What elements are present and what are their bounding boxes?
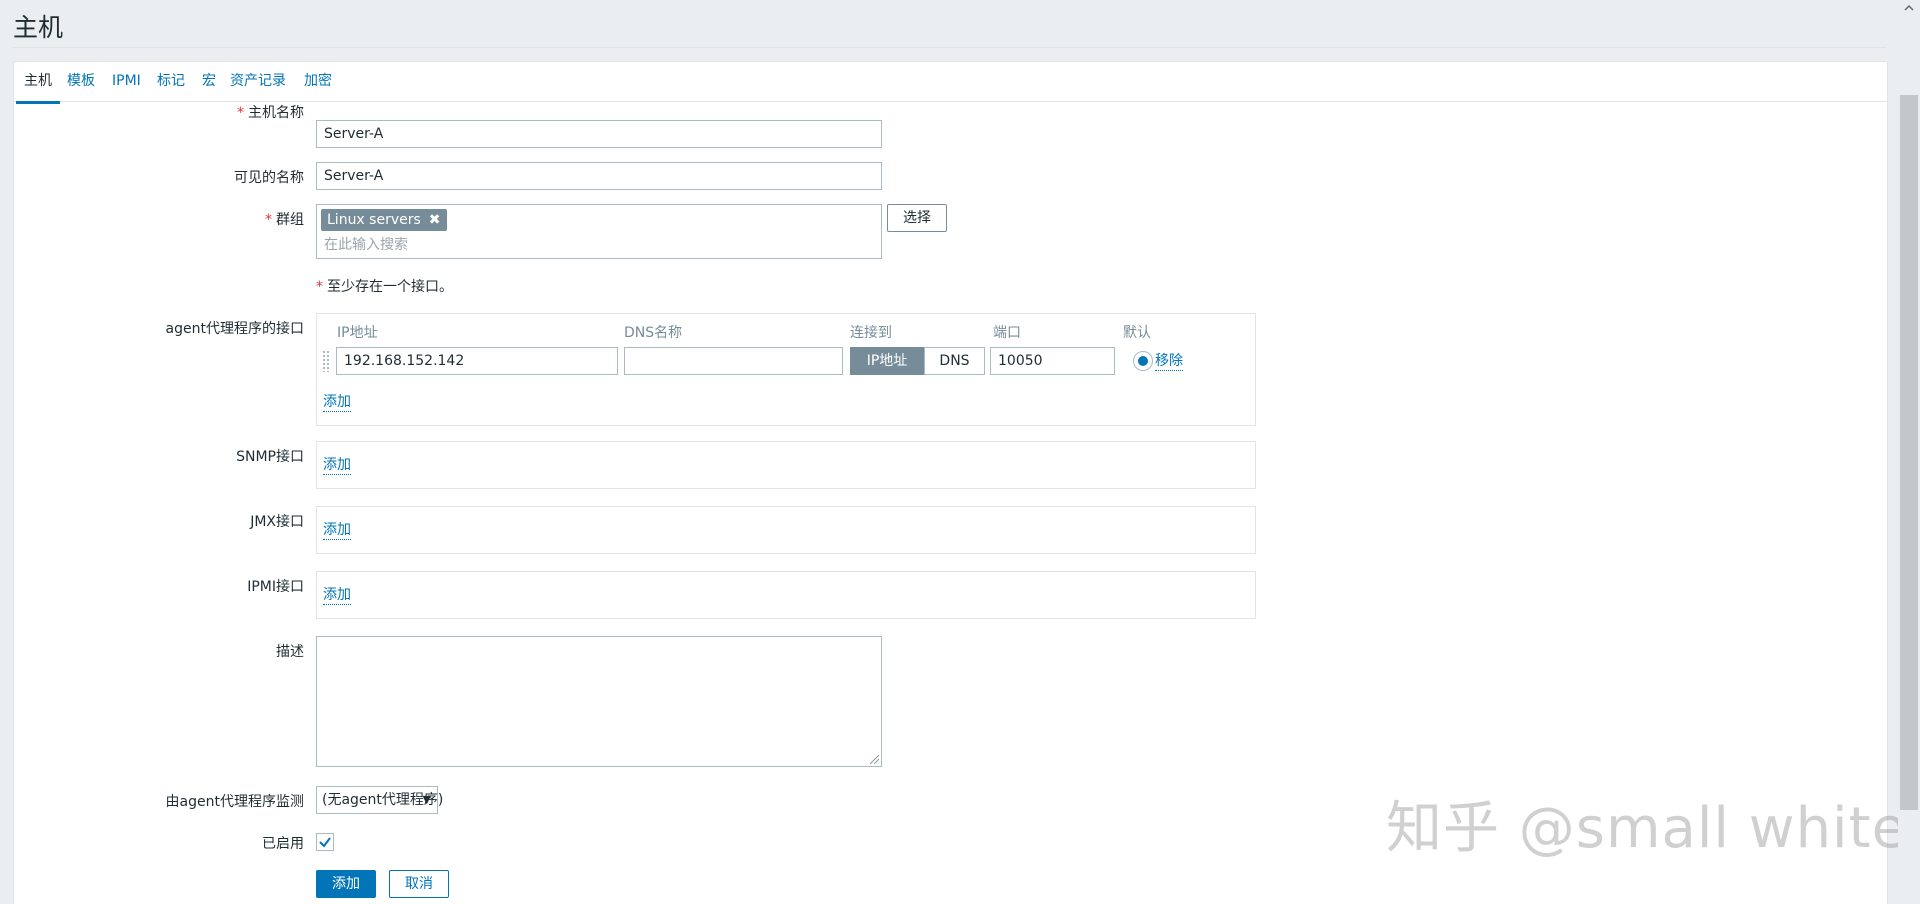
host-form-panel: 主机 模板 IPMI 标记 宏 资产记录 加密 * 主机名称 Server-A 可… (13, 61, 1888, 904)
agent-interface-box: IP地址 DNS名称 连接到 端口 默认 192.168.152.142 IP地… (316, 313, 1256, 426)
agent-ip-input[interactable]: 192.168.152.142 (336, 347, 618, 375)
tab-host[interactable]: 主机 (16, 71, 60, 104)
watermark: 知乎 @small white (1386, 796, 1908, 861)
scroll-up-icon[interactable] (1898, 0, 1920, 16)
dropdown-arrow-icon: ▼ (422, 793, 431, 806)
default-interface-radio[interactable] (1133, 351, 1153, 371)
chip-remove-icon[interactable]: ✖ (429, 212, 441, 228)
description-textarea[interactable] (316, 636, 882, 767)
drag-handle-icon[interactable] (322, 350, 330, 372)
ipmi-interface-box: 添加 (316, 571, 1256, 619)
jmx-add-link[interactable]: 添加 (323, 522, 351, 540)
snmp-add-link[interactable]: 添加 (323, 457, 351, 475)
tab-ipmi[interactable]: IPMI (104, 71, 149, 93)
ipmi-add-link[interactable]: 添加 (323, 587, 351, 605)
agent-port-input[interactable]: 10050 (990, 347, 1115, 375)
select-groups-button[interactable]: 选择 (887, 204, 947, 232)
tab-inventory[interactable]: 资产记录 (222, 71, 294, 93)
tab-macros[interactable]: 宏 (194, 71, 224, 93)
check-icon (319, 837, 331, 848)
visible-name-label: 可见的名称 (234, 170, 304, 186)
col-port-header: 端口 (993, 325, 1021, 341)
jmx-interface-label: JMX接口 (250, 514, 304, 530)
enabled-label: 已启用 (262, 836, 304, 852)
monitored-by-label: 由agent代理程序监测 (165, 794, 304, 810)
page-scrollbar[interactable] (1898, 0, 1920, 903)
col-default-header: 默认 (1123, 325, 1151, 341)
hostname-input[interactable]: Server-A (316, 120, 882, 148)
tab-templates[interactable]: 模板 (59, 71, 103, 93)
snmp-interface-box: 添加 (316, 441, 1256, 489)
visible-name-input[interactable]: Server-A (316, 162, 882, 190)
page-title: 主机 (13, 13, 64, 42)
connect-ip-toggle[interactable]: IP地址 (850, 347, 924, 375)
group-chip: Linux servers ✖ (321, 209, 447, 231)
groups-search-placeholder[interactable]: 在此输入搜索 (324, 234, 408, 254)
group-chip-label: Linux servers (327, 212, 421, 228)
interface-hint: * 至少存在一个接口。 (316, 279, 453, 295)
required-marker: * (237, 105, 244, 121)
snmp-interface-label: SNMP接口 (236, 449, 304, 465)
groups-label: * 群组 (265, 212, 304, 228)
resize-grip-icon[interactable] (870, 755, 879, 764)
agent-interface-label: agent代理程序的接口 (165, 321, 304, 337)
col-dns-header: DNS名称 (624, 325, 683, 341)
monitored-by-select[interactable]: (无agent代理程序) ▼ (316, 786, 443, 814)
tab-bar: 主机 模板 IPMI 标记 宏 资产记录 加密 (14, 62, 1887, 104)
required-marker: * (316, 279, 323, 295)
ipmi-interface-label: IPMI接口 (247, 579, 304, 595)
cancel-button[interactable]: 取消 (389, 870, 449, 898)
connect-dns-toggle[interactable]: DNS (924, 347, 985, 375)
agent-dns-input[interactable] (624, 347, 843, 375)
description-label: 描述 (276, 644, 304, 660)
agent-add-link[interactable]: 添加 (323, 394, 351, 412)
remove-interface-link[interactable]: 移除 (1155, 353, 1183, 371)
tab-tags[interactable]: 标记 (149, 71, 193, 93)
required-marker: * (265, 212, 272, 228)
scroll-thumb[interactable] (1900, 95, 1918, 810)
col-ip-header: IP地址 (337, 325, 378, 341)
enabled-checkbox[interactable] (316, 833, 334, 851)
col-connect-header: 连接到 (850, 325, 892, 341)
jmx-interface-box: 添加 (316, 506, 1256, 554)
tab-encryption[interactable]: 加密 (296, 71, 340, 93)
title-divider (13, 47, 1886, 48)
groups-multiselect[interactable]: Linux servers ✖ 在此输入搜索 (316, 204, 882, 259)
hostname-label: * 主机名称 (237, 105, 304, 121)
add-host-button[interactable]: 添加 (316, 870, 376, 898)
